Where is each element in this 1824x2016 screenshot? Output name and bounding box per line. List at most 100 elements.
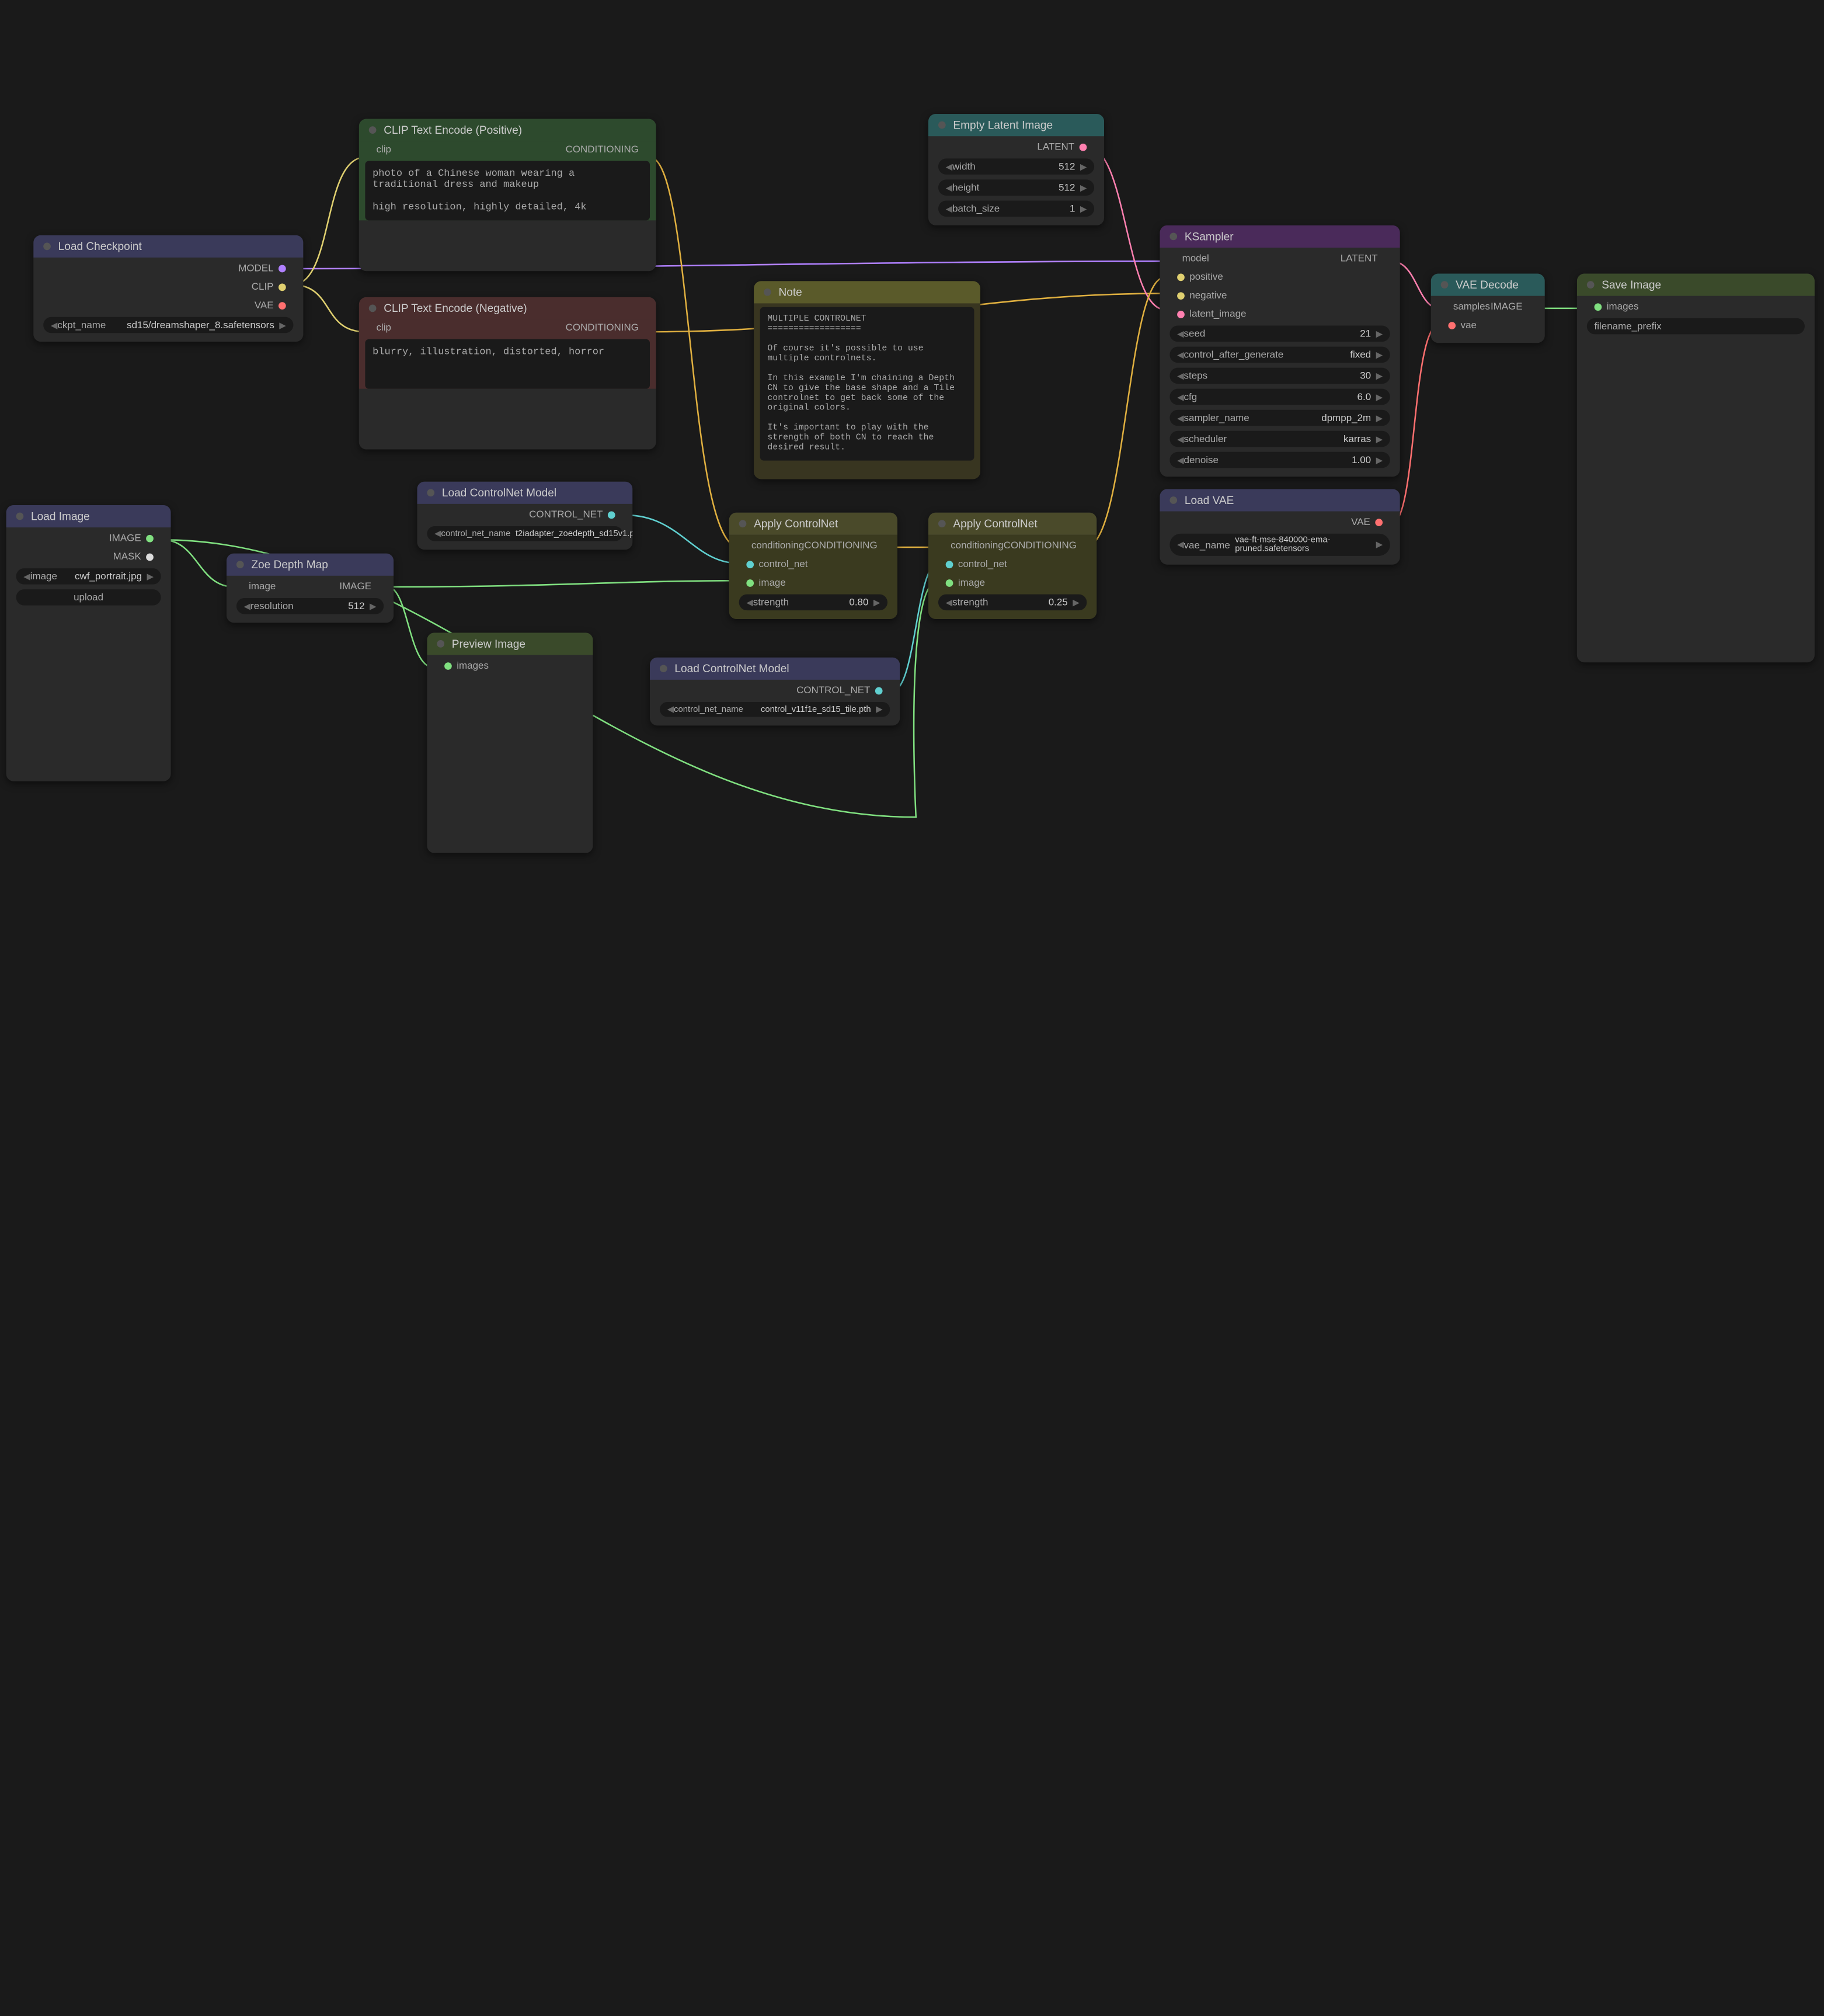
node-zoe-depth[interactable]: Zoe Depth Map image IMAGE ◀resolution512▶ — [227, 554, 394, 623]
node-title[interactable]: Load VAE — [1160, 489, 1400, 511]
node-empty-latent[interactable]: Empty Latent Image LATENT ◀width512▶ ◀he… — [928, 114, 1104, 225]
scheduler-widget[interactable]: ◀schedulerkarras▶ — [1169, 431, 1390, 447]
collapse-dot-icon[interactable] — [1587, 281, 1595, 289]
node-title[interactable]: Zoe Depth Map — [227, 554, 394, 576]
port-images-in[interactable]: images — [1582, 298, 1809, 315]
node-title[interactable]: VAE Decode — [1431, 274, 1545, 296]
port-clip-out[interactable]: CLIP — [39, 279, 298, 295]
node-title[interactable]: Load ControlNet Model — [650, 658, 900, 680]
node-load-vae[interactable]: Load VAE VAE ◀vae_namevae-ft-mse-840000-… — [1160, 489, 1400, 564]
prompt-textarea[interactable]: photo of a Chinese woman wearing a tradi… — [365, 161, 650, 221]
node-title[interactable]: Load ControlNet Model — [417, 482, 632, 504]
port-control-net-out[interactable]: CONTROL_NET — [422, 506, 628, 523]
collapse-dot-icon[interactable] — [764, 289, 771, 296]
image-select-widget[interactable]: ◀imagecwf_portrait.jpg▶ — [16, 568, 161, 585]
filename-prefix-widget[interactable]: filename_prefix — [1587, 318, 1805, 335]
strength-widget[interactable]: ◀strength0.80▶ — [739, 595, 887, 611]
node-apply-controlnet-2[interactable]: Apply ControlNet conditioningCONDITIONIN… — [928, 513, 1097, 619]
port-image-out[interactable]: IMAGE — [11, 530, 166, 546]
collapse-dot-icon[interactable] — [660, 665, 667, 672]
port-vae-out[interactable]: VAE — [1165, 514, 1395, 530]
node-vae-decode[interactable]: VAE Decode samplesIMAGE vae — [1431, 274, 1545, 343]
port-latent-in[interactable]: latent_image — [1165, 306, 1395, 322]
node-title[interactable]: CLIP Text Encode (Positive) — [359, 119, 656, 141]
port-conditioning-out[interactable]: CONDITIONING — [566, 322, 649, 333]
cfg-widget[interactable]: ◀cfg6.0▶ — [1169, 389, 1390, 405]
sampler-name-widget[interactable]: ◀sampler_namedpmpp_2m▶ — [1169, 410, 1390, 426]
node-title[interactable]: Load Checkpoint — [33, 235, 303, 258]
port-conditioning-out[interactable]: CONDITIONING — [1004, 540, 1087, 551]
port-model-in[interactable]: model — [1172, 252, 1209, 263]
port-latent-out[interactable]: LATENT — [933, 138, 1099, 155]
arrow-right-icon[interactable]: ▶ — [279, 320, 286, 330]
node-title[interactable]: Save Image — [1577, 274, 1815, 296]
node-note[interactable]: Note MULTIPLE CONTROLNET ===============… — [754, 281, 980, 479]
node-save-image[interactable]: Save Image images filename_prefix — [1577, 274, 1815, 663]
port-images-in[interactable]: images — [432, 658, 588, 674]
arrow-left-icon[interactable]: ◀ — [51, 320, 57, 330]
node-ksampler[interactable]: KSampler model LATENT positive negative l… — [1160, 225, 1400, 477]
collapse-dot-icon[interactable] — [369, 305, 377, 312]
note-textarea[interactable]: MULTIPLE CONTROLNET ================== O… — [760, 307, 974, 461]
node-title[interactable]: CLIP Text Encode (Negative) — [359, 297, 656, 319]
control-net-name-widget[interactable]: ◀control_net_namet2iadapter_zoedepth_sd1… — [427, 526, 622, 541]
port-positive-in[interactable]: positive — [1165, 269, 1395, 285]
port-latent-out[interactable]: LATENT — [1341, 252, 1388, 263]
node-preview-image[interactable]: Preview Image images — [427, 632, 593, 853]
port-image-in[interactable]: image — [734, 575, 892, 591]
collapse-dot-icon[interactable] — [236, 561, 244, 568]
node-clip-positive[interactable]: CLIP Text Encode (Positive) clip CONDITI… — [359, 119, 656, 272]
collapse-dot-icon[interactable] — [1169, 233, 1177, 241]
port-image-in[interactable]: image — [933, 575, 1091, 591]
node-title[interactable]: Load Image — [6, 505, 171, 527]
strength-widget[interactable]: ◀strength0.25▶ — [938, 595, 1087, 611]
batch-size-widget[interactable]: ◀batch_size1▶ — [938, 200, 1094, 217]
collapse-dot-icon[interactable] — [16, 513, 24, 520]
node-title[interactable]: KSampler — [1160, 225, 1400, 248]
width-widget[interactable]: ◀width512▶ — [938, 158, 1094, 175]
port-control-net-in[interactable]: control_net — [933, 556, 1091, 572]
port-conditioning-in[interactable]: conditioning — [742, 540, 804, 551]
port-vae-in[interactable]: vae — [1436, 317, 1540, 333]
steps-widget[interactable]: ◀steps30▶ — [1169, 368, 1390, 384]
upload-button[interactable]: upload — [16, 589, 161, 606]
port-conditioning-in[interactable]: conditioning — [941, 540, 1003, 551]
collapse-dot-icon[interactable] — [43, 243, 51, 251]
node-title[interactable]: Note — [754, 281, 980, 303]
seed-widget[interactable]: ◀seed21▶ — [1169, 326, 1390, 342]
node-title[interactable]: Preview Image — [427, 632, 593, 655]
port-conditioning-out[interactable]: CONDITIONING — [566, 144, 649, 155]
height-widget[interactable]: ◀height512▶ — [938, 179, 1094, 196]
collapse-dot-icon[interactable] — [1169, 496, 1177, 504]
port-control-net-in[interactable]: control_net — [734, 556, 892, 572]
node-load-checkpoint[interactable]: Load Checkpoint MODEL CLIP VAE ◀ckpt_nam… — [33, 235, 303, 342]
prompt-textarea[interactable]: blurry, illustration, distorted, horror — [365, 339, 650, 389]
port-image-out[interactable]: IMAGE — [339, 581, 381, 592]
node-title[interactable]: Apply ControlNet — [928, 513, 1097, 535]
node-title[interactable]: Apply ControlNet — [729, 513, 897, 535]
port-conditioning-out[interactable]: CONDITIONING — [804, 540, 887, 551]
collapse-dot-icon[interactable] — [739, 520, 747, 527]
node-load-image[interactable]: Load Image IMAGE MASK ◀imagecwf_portrait… — [6, 505, 171, 781]
node-apply-controlnet-1[interactable]: Apply ControlNet conditioningCONDITIONIN… — [729, 513, 897, 619]
node-load-controlnet-1[interactable]: Load ControlNet Model CONTROL_NET ◀contr… — [417, 482, 632, 550]
collapse-dot-icon[interactable] — [938, 520, 946, 527]
port-model-out[interactable]: MODEL — [39, 260, 298, 276]
node-load-controlnet-2[interactable]: Load ControlNet Model CONTROL_NET ◀contr… — [650, 658, 900, 726]
port-vae-out[interactable]: VAE — [39, 297, 298, 314]
port-image-in[interactable]: image — [239, 581, 276, 592]
port-negative-in[interactable]: negative — [1165, 287, 1395, 304]
resolution-widget[interactable]: ◀resolution512▶ — [236, 598, 384, 614]
ckpt-name-widget[interactable]: ◀ckpt_namesd15/dreamshaper_8.safetensors… — [43, 317, 293, 333]
port-image-out[interactable]: IMAGE — [1491, 301, 1533, 312]
collapse-dot-icon[interactable] — [369, 126, 377, 134]
control-after-generate-widget[interactable]: ◀control_after_generatefixed▶ — [1169, 347, 1390, 363]
node-graph-canvas[interactable]: Load Checkpoint MODEL CLIP VAE ◀ckpt_nam… — [0, 0, 1824, 2016]
port-samples-in[interactable]: samples — [1443, 301, 1490, 312]
collapse-dot-icon[interactable] — [938, 121, 946, 129]
collapse-dot-icon[interactable] — [437, 640, 444, 648]
port-clip-in[interactable]: clip — [367, 144, 391, 155]
control-net-name-widget[interactable]: ◀control_net_namecontrol_v11f1e_sd15_til… — [660, 702, 890, 717]
port-clip-in[interactable]: clip — [367, 322, 391, 333]
port-control-net-out[interactable]: CONTROL_NET — [655, 682, 894, 698]
